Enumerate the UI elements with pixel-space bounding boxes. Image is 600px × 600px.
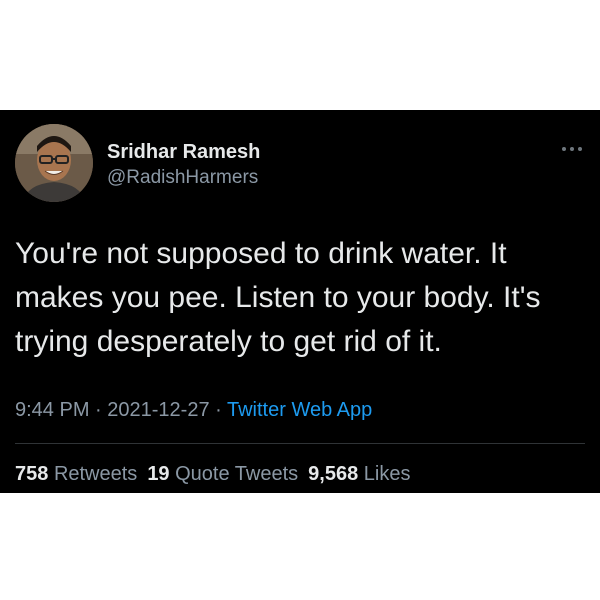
divider — [15, 443, 585, 444]
user-handle[interactable]: @RadishHarmers — [107, 166, 260, 190]
tweet-meta: 9:44 PM · 2021-12-27 · Twitter Web App — [15, 398, 372, 422]
tweet-date[interactable]: 2021-12-27 — [107, 399, 209, 421]
tweet-text-line: trying desperately to get rid of it. — [15, 325, 442, 358]
tweet-text-line: makes you pee. Listen to your body. It's — [15, 281, 541, 314]
tweet-card: Sridhar Ramesh @RadishHarmers You're not… — [0, 110, 600, 493]
tweet-text: You're not supposed to drink water. It m… — [15, 232, 585, 364]
likes-stat[interactable]: 9,568 Likes — [308, 463, 410, 485]
retweets-count: 758 — [15, 463, 49, 485]
quotes-count: 19 — [147, 463, 170, 485]
retweets-label: Retweets — [53, 463, 138, 485]
ellipsis-icon[interactable] — [559, 142, 585, 156]
retweets-stat[interactable]: 758 Retweets — [15, 463, 137, 485]
tweet-time[interactable]: 9:44 PM — [15, 399, 89, 421]
tweet-text-line: You're not supposed to drink water. It — [15, 237, 507, 270]
tweet-header: Sridhar Ramesh @RadishHarmers — [15, 122, 585, 202]
quotes-label: Quote Tweets — [175, 463, 299, 485]
likes-count: 9,568 — [308, 463, 359, 485]
likes-label: Likes — [363, 463, 411, 485]
meta-separator: · — [89, 399, 108, 421]
display-name[interactable]: Sridhar Ramesh — [107, 140, 260, 164]
tweet-stats: 758 Retweets 19 Quote Tweets 9,568 Likes — [15, 462, 411, 486]
meta-separator: · — [209, 399, 227, 421]
avatar[interactable] — [15, 124, 93, 202]
tweet-source-link[interactable]: Twitter Web App — [227, 399, 372, 421]
user-names: Sridhar Ramesh @RadishHarmers — [107, 140, 260, 190]
more-options-icon — [562, 147, 582, 151]
quotes-stat[interactable]: 19 Quote Tweets — [147, 463, 298, 485]
avatar-image — [15, 124, 93, 202]
